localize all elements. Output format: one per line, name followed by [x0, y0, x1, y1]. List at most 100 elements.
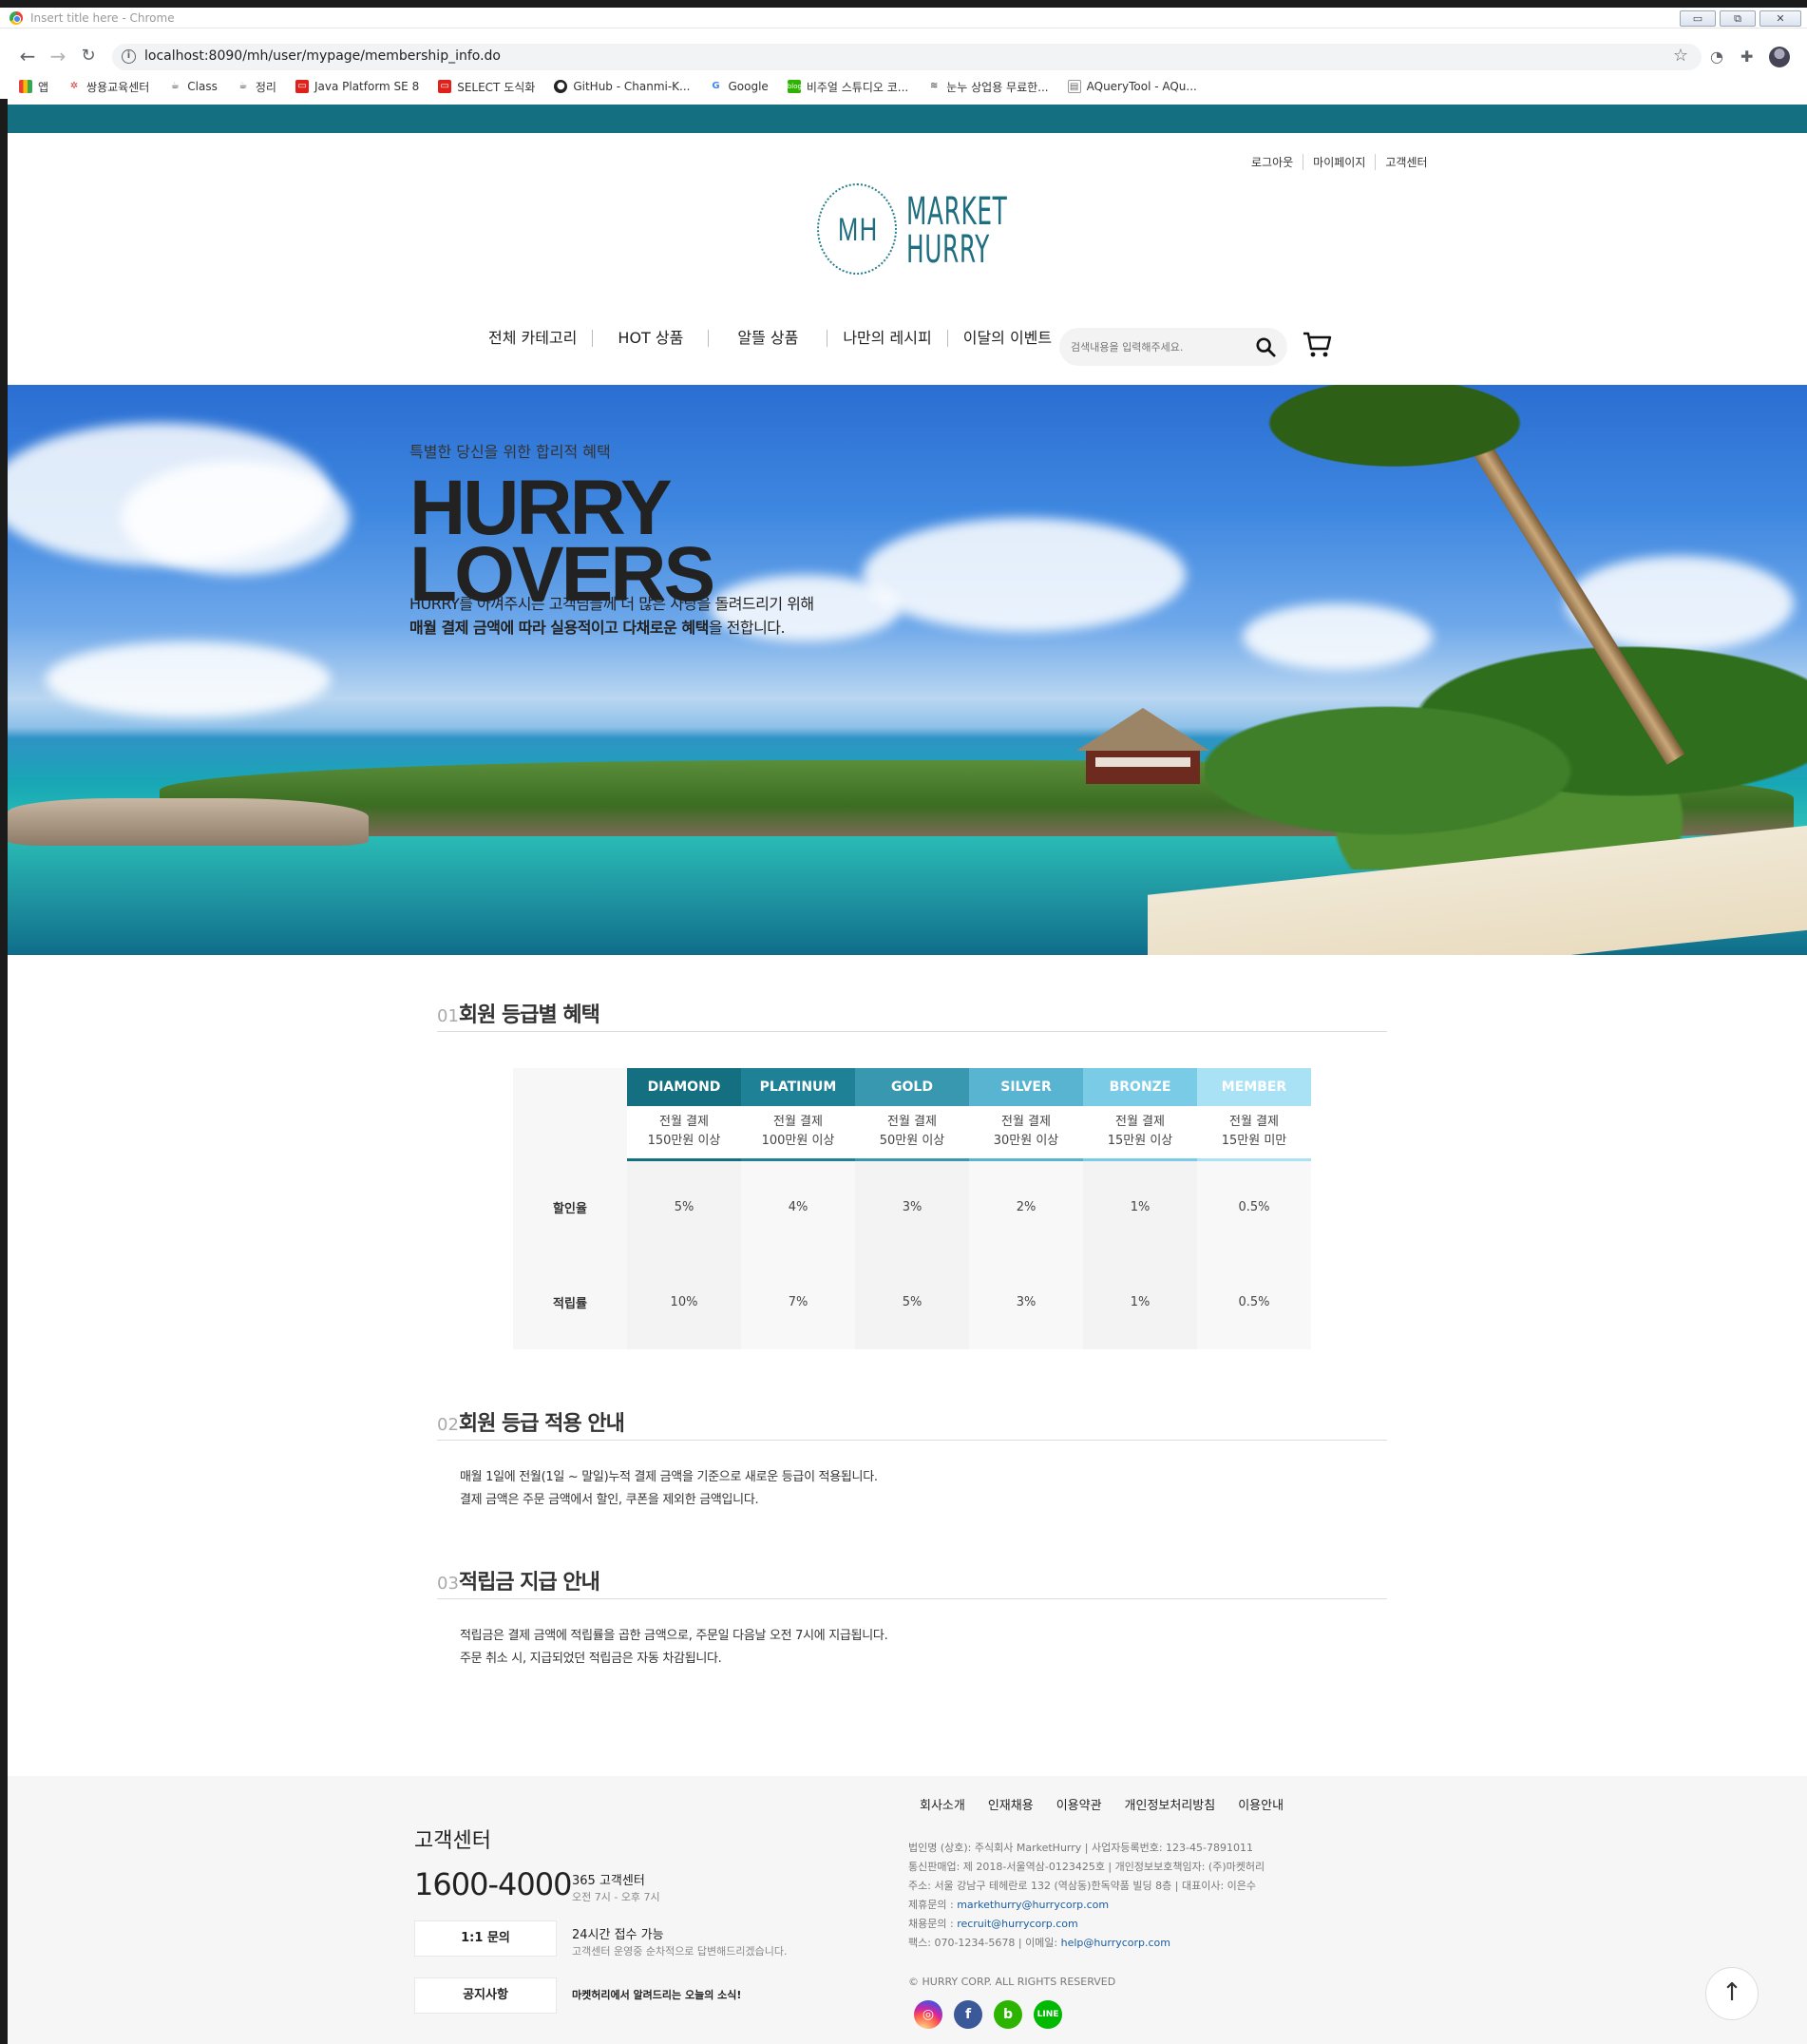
bookmark-item[interactable]: ▭ Java Platform SE 8 — [295, 80, 419, 93]
inquiry-button[interactable]: 1:1 문의 — [414, 1920, 557, 1957]
extension-icon[interactable]: ◔ — [1710, 48, 1723, 66]
bookmark-item[interactable]: ≋ 눈누 상업용 무료한... — [927, 79, 1049, 95]
bookmark-star-icon[interactable]: ☆ — [1673, 46, 1688, 66]
nav-all-category[interactable]: 전체 카테고리 — [473, 330, 592, 347]
logo-mark: MH — [838, 212, 879, 248]
section-title-grade-guide: 02회원 등급 적용 안내 — [437, 1406, 1387, 1441]
bookmark-item[interactable]: ✲ 쌍용교육센터 — [67, 79, 149, 95]
google-icon: G — [712, 81, 720, 91]
bookmark-item[interactable]: ▭ SELECT 도식화 — [438, 79, 535, 95]
tier-condition: 전월 결제 30만원 이상 — [969, 1106, 1083, 1161]
palm-fronds — [1176, 385, 1613, 499]
utility-links: 로그아웃 마이페이지 고객센터 — [1242, 154, 1437, 170]
search-icon[interactable] — [1255, 336, 1276, 357]
tropical-trees — [1205, 622, 1807, 869]
bookmark-item[interactable]: ☕ 정리 — [237, 79, 276, 95]
close-window-button[interactable]: ✕ — [1759, 10, 1801, 27]
points-guide-text: 적립금은 결제 금액에 적립률을 곱한 금액으로, 주문일 다음날 오전 7시에… — [460, 1629, 888, 1666]
blog-icon[interactable]: b — [994, 2000, 1022, 2029]
bookmark-item[interactable]: ▤ AQueryTool - AQu... — [1067, 80, 1197, 93]
footer-link-privacy[interactable]: 개인정보처리방침 — [1125, 1795, 1216, 1813]
forward-arrow-icon[interactable]: → — [46, 45, 70, 69]
discount-cell: 1% — [1083, 1159, 1197, 1254]
tier-condition: 전월 결제 150만원 이상 — [627, 1106, 741, 1161]
site-info-icon[interactable]: i — [122, 49, 136, 64]
footer-link-company[interactable]: 회사소개 — [920, 1795, 965, 1813]
nav-monthly-event[interactable]: 이달의 이벤트 — [946, 330, 1067, 347]
cloud — [863, 518, 1186, 632]
phone-hours: 오전 7시 - 오후 7시 — [572, 1891, 660, 1903]
tier-condition: 전월 결제 15만원 미만 — [1197, 1106, 1311, 1161]
grade-benefit-table: DIAMOND PLATINUM GOLD SILVER BRONZE MEMB… — [513, 1068, 1311, 1349]
hero-desc-rest: 을 전합니다. — [708, 619, 786, 637]
tier-header: PLATINUM — [741, 1068, 855, 1106]
hero-description: HURRY를 아껴주시는 고객님들께 더 많은 사랑을 돌려드리기 위해 매월 … — [409, 592, 814, 640]
restore-button[interactable]: ⧉ — [1720, 10, 1756, 27]
company-info: 법인명 (상호): 주식회사 MarketHurry | 사업자등록번호: 12… — [908, 1842, 1265, 1949]
line-icon[interactable]: LINE — [1034, 2000, 1062, 2029]
notice-label: 마켓허리에서 알려드리는 오늘의 소식! — [572, 1989, 742, 2001]
table-header-row: DIAMOND PLATINUM GOLD SILVER BRONZE MEMB… — [513, 1068, 1311, 1159]
hero-desc-bold: 매월 결제 금액에 따라 실용적이고 다채로운 혜택 — [409, 619, 709, 637]
scroll-to-top-button[interactable]: ↑ — [1705, 1967, 1759, 2020]
web-page: 로그아웃 마이페이지 고객센터 MH MARKET HURRY 전체 카테고리 … — [8, 105, 1807, 2044]
bookmark-item[interactable]: G Google — [709, 80, 768, 93]
ssangyong-icon: ✲ — [69, 81, 79, 91]
window-left-border — [0, 99, 8, 2044]
bookmark-item[interactable]: blog 비주얼 스튜디오 코... — [787, 79, 908, 95]
tier-header: BRONZE — [1083, 1068, 1197, 1106]
coffee-icon: ☕ — [170, 81, 180, 91]
partnership-email-link[interactable]: markethurry@hurrycorp.com — [957, 1899, 1109, 1911]
footer-link-terms[interactable]: 이용약관 — [1056, 1795, 1102, 1813]
footer-navigation: 회사소개 인재채용 이용약관 개인정보처리방침 이용안내 — [920, 1795, 1284, 1813]
bookmark-item[interactable]: ☕ Class — [168, 80, 218, 93]
coffee-icon: ☕ — [238, 81, 248, 91]
section-heading: 회원 등급별 혜택 — [458, 1003, 600, 1027]
footer-link-guide[interactable]: 이용안내 — [1238, 1795, 1284, 1813]
window-titlebar: Insert title here - Chrome ▭ ⧉ ✕ — [0, 8, 1807, 29]
table-condition-row: 전월 결제 150만원 이상 전월 결제 100만원 이상 전월 결제 50만원 이상… — [513, 1106, 1311, 1161]
help-email-link[interactable]: help@hurrycorp.com — [1061, 1937, 1170, 1949]
cart-icon[interactable] — [1302, 329, 1332, 359]
search-input[interactable] — [1071, 337, 1242, 356]
tier-header: MEMBER — [1197, 1068, 1311, 1106]
top-banner-strip — [8, 105, 1807, 133]
footer-link-careers[interactable]: 인재채용 — [988, 1795, 1034, 1813]
table-corner — [513, 1068, 627, 1159]
window-controls: ▭ ⧉ ✕ — [1680, 10, 1801, 27]
nav-my-recipe[interactable]: 나만의 레시피 — [827, 330, 946, 347]
back-arrow-icon[interactable]: ← — [15, 45, 40, 69]
puzzle-extensions-icon[interactable]: ✚ — [1740, 48, 1753, 66]
facebook-icon[interactable]: f — [954, 2000, 982, 2029]
recruit-email-link[interactable]: recruit@hurrycorp.com — [957, 1918, 1078, 1930]
reload-icon[interactable]: ↻ — [76, 45, 101, 69]
instagram-icon[interactable]: ◎ — [914, 2000, 942, 2029]
nav-bargain-products[interactable]: 알뜰 상품 — [708, 330, 827, 347]
url-text[interactable]: localhost:8090/mh/user/mypage/membership… — [144, 48, 501, 64]
table-discount-row: 할인율 5% 4% 3% 2% 1% 0.5% — [513, 1159, 1311, 1254]
bookmark-item[interactable]: ● GitHub - Chanmi-K... — [554, 80, 690, 93]
site-logo[interactable]: MH MARKET HURRY — [817, 183, 1017, 278]
nav-hot-products[interactable]: HOT 상품 — [592, 330, 708, 347]
logout-link[interactable]: 로그아웃 — [1242, 154, 1303, 170]
customer-center-link[interactable]: 고객센터 — [1375, 154, 1436, 170]
sns-links: ◎ f b LINE — [914, 2000, 1062, 2029]
mypage-link[interactable]: 마이페이지 — [1303, 154, 1375, 170]
section-title-benefits: 01회원 등급별 혜택 — [437, 998, 1387, 1032]
hero-banner: 특별한 당신을 위한 합리적 혜택 HURRY LOVERS HURRY를 아껴… — [8, 385, 1807, 955]
row-label-discount: 할인율 — [513, 1159, 627, 1254]
notice-button[interactable]: 공지사항 — [414, 1977, 557, 2014]
table-points-row: 적립률 10% 7% 5% 3% 1% 0.5% — [513, 1254, 1311, 1349]
minimize-button[interactable]: ▭ — [1680, 10, 1716, 27]
chrome-logo-icon — [10, 11, 23, 25]
section-heading: 적립금 지급 안내 — [458, 1571, 600, 1595]
address-bar[interactable]: i localhost:8090/mh/user/mypage/membersh… — [112, 44, 1702, 70]
points-cell: 3% — [969, 1254, 1083, 1349]
window-top-border — [0, 0, 1807, 8]
github-icon: ● — [554, 80, 568, 93]
points-cell: 0.5% — [1197, 1254, 1311, 1349]
points-cell: 5% — [855, 1254, 969, 1349]
profile-avatar[interactable] — [1769, 47, 1790, 67]
tier-header: GOLD — [855, 1068, 969, 1106]
bookmark-item[interactable]: 앱 — [19, 79, 48, 95]
